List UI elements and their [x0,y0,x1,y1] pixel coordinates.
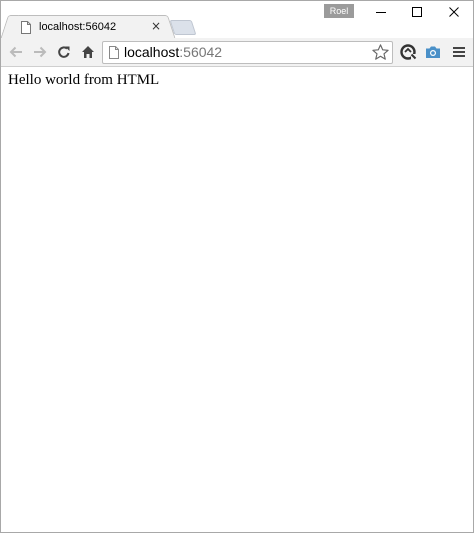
minimize-icon [376,12,386,13]
maximize-button[interactable] [402,1,432,23]
url-port: :56042 [179,44,223,60]
url-text[interactable]: localhost:56042 [124,44,222,60]
url-host: localhost [124,44,180,60]
page-body-text: Hello world from HTML [8,72,160,88]
sync-extension-button[interactable] [397,41,419,63]
minimize-button[interactable] [366,1,396,23]
browser-tab[interactable]: localhost:56042 × [8,15,168,39]
tab-close-button[interactable]: × [149,19,163,33]
tab-strip: localhost:56042 × Roel [1,1,473,39]
camera-icon [426,46,440,58]
page-icon [109,46,119,59]
home-button[interactable] [77,41,99,63]
arrow-left-icon [9,46,22,58]
browser-window: localhost:56042 × Roel localhost:56042 H… [0,0,474,533]
close-window-button[interactable] [439,1,469,23]
star-icon[interactable] [371,43,390,62]
camera-extension-button[interactable] [422,41,444,63]
reload-button[interactable] [53,41,75,63]
back-button[interactable] [5,41,27,63]
arrow-right-icon [34,46,47,58]
browser-toolbar: localhost:56042 [1,38,473,67]
forward-button[interactable] [29,41,51,63]
page-content: Hello world from HTML [1,68,473,532]
address-bar[interactable]: localhost:56042 [102,41,393,64]
page-icon [21,21,31,34]
profile-badge[interactable]: Roel [324,4,354,18]
sync-icon [400,44,417,60]
menu-button[interactable] [448,41,470,63]
close-icon [449,7,459,17]
reload-icon [58,46,70,58]
tab-title: localhost:56042 [39,21,117,33]
new-tab-button[interactable] [169,20,197,35]
home-icon [82,46,94,58]
hamburger-icon [453,47,465,57]
maximize-icon [412,7,422,17]
